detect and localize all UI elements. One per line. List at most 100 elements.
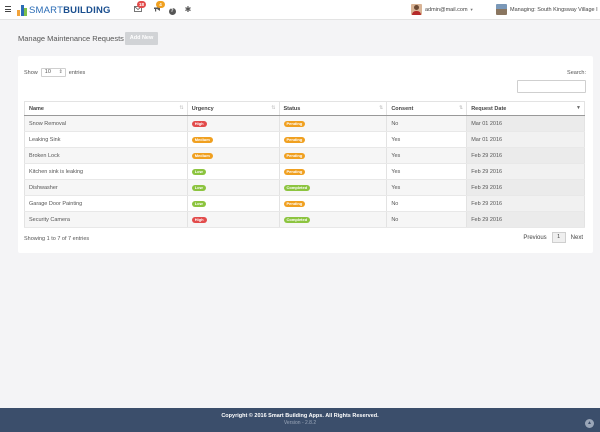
cell-request-date: Feb 29 2016 <box>466 147 585 164</box>
building-thumbnail <box>496 4 507 15</box>
avatar <box>411 4 422 15</box>
top-navbar: SMARTBUILDING 18 4 ? ✱ admin@mail.com ▼ … <box>0 0 600 20</box>
column-header-urgency[interactable]: Urgency ⇅ <box>186 101 280 116</box>
maintenance-requests-table: Name ⇅ Urgency ⇅ Status ⇅ Consent ⇅ Request … <box>24 101 585 228</box>
settings-nav-button[interactable]: ✱ <box>183 5 193 15</box>
cell-name: Security Camera <box>24 211 188 228</box>
sort-icon: ⇅ <box>179 105 184 111</box>
cell-status: Pending <box>278 131 388 148</box>
cell-urgency: Low <box>186 195 280 212</box>
chevron-down-icon: ▼ <box>469 7 474 12</box>
cell-urgency: Medium <box>186 131 280 148</box>
cell-request-date: Feb 29 2016 <box>466 179 585 196</box>
table-row[interactable]: Leaking Sink Medium Pending Yes Mar 01 2016 <box>24 131 585 148</box>
cell-name: Snow Removal <box>24 115 188 132</box>
cell-status: Pending <box>278 195 388 212</box>
cell-consent: Yes <box>386 179 468 196</box>
status-badge: Pending <box>283 200 306 207</box>
cell-request-date: Mar 01 2016 <box>466 131 585 148</box>
help-nav-button[interactable]: ? <box>167 5 177 15</box>
cell-name: Kitchen sink is leaking <box>24 163 188 180</box>
cell-status: Pending <box>278 163 388 180</box>
scroll-to-top-icon[interactable]: ▲ <box>585 419 594 428</box>
cell-request-date: Feb 29 2016 <box>466 211 585 228</box>
urgency-badge: Low <box>191 168 206 175</box>
asterisk-settings-icon: ✱ <box>184 5 192 14</box>
table-row[interactable]: Security Camera High Completed No Feb 29 201… <box>24 211 585 228</box>
cell-consent: Yes <box>386 163 468 180</box>
sort-desc-icon: ▼ <box>576 105 581 111</box>
search-input[interactable] <box>517 80 586 93</box>
urgency-badge: Low <box>191 184 206 191</box>
urgency-badge: Low <box>191 200 206 207</box>
cell-urgency: High <box>186 211 280 228</box>
urgency-badge: High <box>191 120 207 127</box>
cell-consent: Yes <box>386 147 468 164</box>
footer: Copyright © 2016 Smart Building Apps. Al… <box>0 408 600 432</box>
cell-status: Completed <box>278 211 388 228</box>
cell-consent: Yes <box>386 131 468 148</box>
next-page-button[interactable]: Next <box>571 235 583 241</box>
cell-name: Leaking Sink <box>24 131 188 148</box>
urgency-badge: Medium <box>191 152 213 159</box>
table-row[interactable]: Kitchen sink is leaking Low Pending Yes Feb … <box>24 163 585 180</box>
user-email: admin@mail.com <box>425 6 468 13</box>
table-row[interactable]: Garage Door Painting Low Pending No Feb 29 2… <box>24 195 585 212</box>
question-circle-icon: ? <box>168 8 176 15</box>
column-header-request-date[interactable]: Request Date ▼ <box>466 101 585 116</box>
table-row[interactable]: Snow Removal High Pending No Mar 01 2016 <box>24 115 585 132</box>
cell-urgency: High <box>186 115 280 132</box>
table-row[interactable]: Broken Lock Medium Pending Yes Feb 29 2016 <box>24 147 585 164</box>
search-label: Search: <box>567 70 586 76</box>
cell-name: Broken Lock <box>24 147 188 164</box>
previous-page-button[interactable]: Previous <box>523 235 546 241</box>
logo-bars-icon <box>17 4 27 16</box>
managing-building-label: Managing: South Kingsway Village I <box>510 6 598 13</box>
sort-icon: ⇅ <box>458 105 464 111</box>
column-header-status[interactable]: Status ⇅ <box>278 101 388 116</box>
footer-copyright: Copyright © 2016 Smart Building Apps. Al… <box>221 413 379 419</box>
entries-label: entries <box>68 69 86 76</box>
sort-icon: ⇅ <box>271 105 276 111</box>
status-badge: Pending <box>283 168 306 175</box>
sort-icon: ⇅ <box>379 105 384 111</box>
building-switcher[interactable]: Managing: South Kingsway Village I <box>496 4 600 15</box>
mail-nav-button[interactable]: 18 <box>133 1 146 15</box>
status-badge: Pending <box>283 120 306 127</box>
alerts-count-badge: 4 <box>156 1 165 8</box>
cell-consent: No <box>386 115 468 132</box>
requests-panel: Show 10 entries Search: Name⇅ Urgency⇅ S… <box>18 56 593 253</box>
cell-consent: No <box>386 195 468 212</box>
cell-status: Pending <box>278 115 388 132</box>
cell-urgency: Medium <box>186 147 280 164</box>
column-header-consent[interactable]: Consent ⇅ <box>386 101 468 116</box>
show-label: Show <box>24 69 38 76</box>
add-new-button[interactable]: Add New <box>125 32 158 45</box>
cell-name: Garage Door Painting <box>24 195 188 212</box>
table-row[interactable]: Dishwasher Low Completed Yes Feb 29 2016 <box>24 179 585 196</box>
cell-status: Pending <box>278 147 388 164</box>
alerts-nav-button[interactable]: 4 <box>152 1 165 15</box>
pagination: Previous 1 Next <box>518 232 583 243</box>
mail-count-badge: 18 <box>137 1 146 8</box>
hamburger-menu-icon[interactable] <box>5 6 11 12</box>
cell-urgency: Low <box>186 179 280 196</box>
cell-request-date: Feb 29 2016 <box>466 163 585 180</box>
cell-consent: No <box>386 211 468 228</box>
urgency-badge: High <box>191 216 207 223</box>
status-badge: Pending <box>283 152 306 159</box>
page-1-button[interactable]: 1 <box>551 232 566 243</box>
column-header-name[interactable]: Name ⇅ <box>24 101 188 116</box>
cell-request-date: Feb 29 2016 <box>466 195 585 212</box>
user-menu[interactable]: admin@mail.com ▼ <box>411 4 474 15</box>
cell-status: Completed <box>278 179 388 196</box>
cell-urgency: Low <box>186 163 280 180</box>
cell-request-date: Mar 01 2016 <box>466 115 585 132</box>
status-badge: Pending <box>283 136 306 143</box>
page-length-control: Show 10 entries <box>24 68 85 77</box>
table-header-row: Name ⇅ Urgency ⇅ Status ⇅ Consent ⇅ Request … <box>24 101 585 116</box>
page-title: Manage Maintenance Requests <box>18 34 124 43</box>
page-length-select[interactable]: 10 <box>40 68 66 77</box>
smartbuilding-logo[interactable]: SMARTBUILDING <box>17 4 111 16</box>
table-info: Showing 1 to 7 of 7 entries <box>24 236 90 242</box>
